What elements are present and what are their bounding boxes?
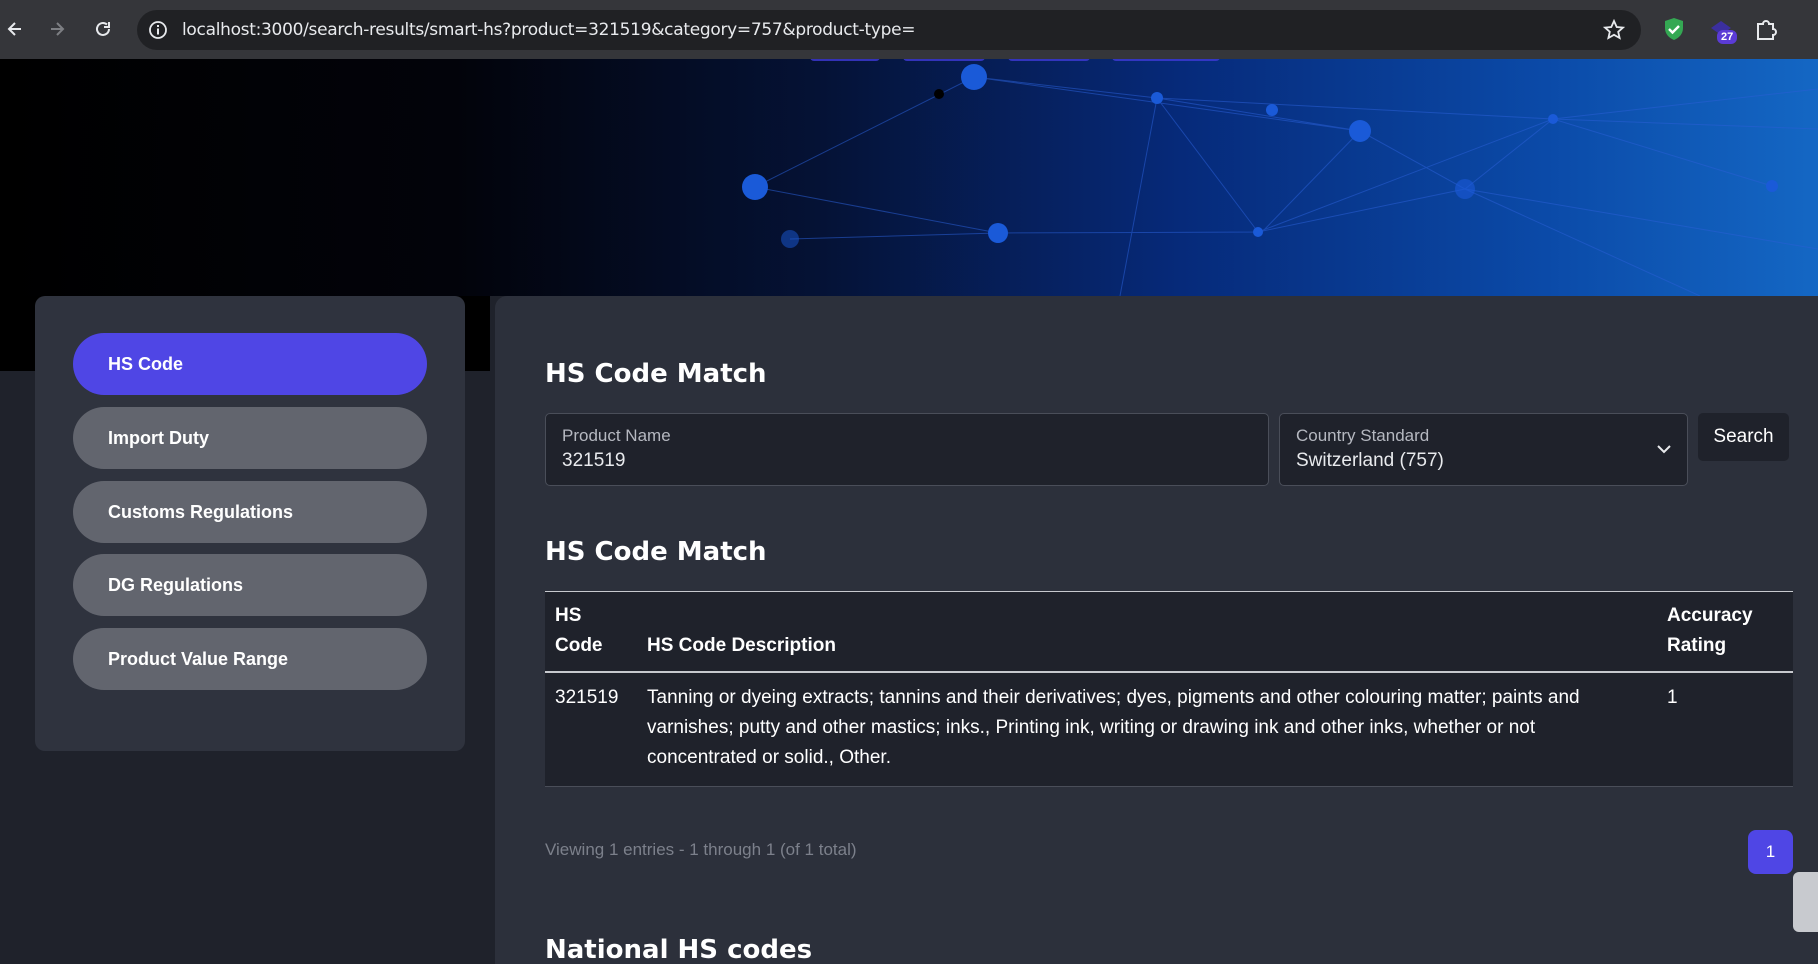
forward-icon[interactable] (42, 14, 72, 44)
sidebar-item-hs-code[interactable]: HS Code (73, 333, 427, 395)
browser-toolbar: localhost:3000/search-results/smart-hs?p… (0, 0, 1818, 59)
info-icon[interactable] (147, 19, 169, 41)
product-name-label: Product Name (562, 426, 671, 445)
results-title: HS Code Match (545, 537, 767, 567)
header-accuracy: Accuracy Rating (1667, 605, 1753, 656)
pagination-summary: Viewing 1 entries - 1 through 1 (of 1 to… (545, 840, 857, 859)
shield-icon[interactable] (1661, 16, 1689, 44)
page-button[interactable]: 1 (1748, 830, 1793, 874)
table-row[interactable]: 321519 Tanning or dyeing extracts; tanni… (545, 673, 1793, 787)
description-line: concentrated or solid., Other. (647, 747, 891, 768)
description-line: Tanning or dyeing extracts; tannins and … (647, 687, 1580, 708)
sidebar-item-dg-regulations[interactable]: DG Regulations (73, 554, 427, 616)
product-name-input[interactable]: 321519 (562, 450, 625, 472)
table-header: HS Code HS Code Description Accuracy Rat… (545, 591, 1793, 673)
side-drawer-handle[interactable] (1793, 872, 1818, 932)
product-name-field[interactable]: Product Name 321519 (545, 413, 1269, 486)
address-bar[interactable]: localhost:3000/search-results/smart-hs?p… (137, 10, 1641, 50)
back-icon[interactable] (0, 14, 30, 44)
cell-accuracy: 1 (1667, 687, 1678, 708)
puzzle-icon[interactable] (1753, 16, 1781, 44)
extension-badge: 27 (1717, 30, 1738, 44)
header-description: HS Code Description (647, 635, 836, 656)
sidebar-item-product-value-range[interactable]: Product Value Range (73, 628, 427, 690)
network-graphic (742, 59, 1818, 296)
reload-icon[interactable] (88, 14, 118, 44)
cell-description: Tanning or dyeing extracts; tannins and … (647, 683, 1580, 773)
country-standard-value[interactable]: Switzerland (757) (1296, 450, 1444, 472)
description-line: varnishes; putty and other mastics; inks… (647, 717, 1536, 738)
sidebar-item-import-duty[interactable]: Import Duty (73, 407, 427, 469)
url-text[interactable]: localhost:3000/search-results/smart-hs?p… (182, 10, 916, 50)
country-standard-select[interactable]: Country Standard Switzerland (757) (1279, 413, 1688, 486)
search-title: HS Code Match (545, 359, 767, 389)
sidebar-item-customs-regulations[interactable]: Customs Regulations (73, 481, 427, 543)
star-icon[interactable] (1602, 18, 1626, 41)
national-title: National HS codes (545, 935, 813, 964)
country-standard-label: Country Standard (1296, 426, 1430, 445)
main-panel: HS Code Match Product Name 321519 Countr… (495, 296, 1818, 964)
chevron-down-icon[interactable] (1655, 440, 1673, 458)
header-hs-code: HS Code (555, 605, 603, 656)
sidebar: HS Code Import Duty Customs Regulations … (35, 296, 465, 751)
hero-banner (0, 59, 1818, 296)
search-button[interactable]: Search (1698, 413, 1789, 461)
cell-hs-code: 321519 (555, 687, 619, 708)
